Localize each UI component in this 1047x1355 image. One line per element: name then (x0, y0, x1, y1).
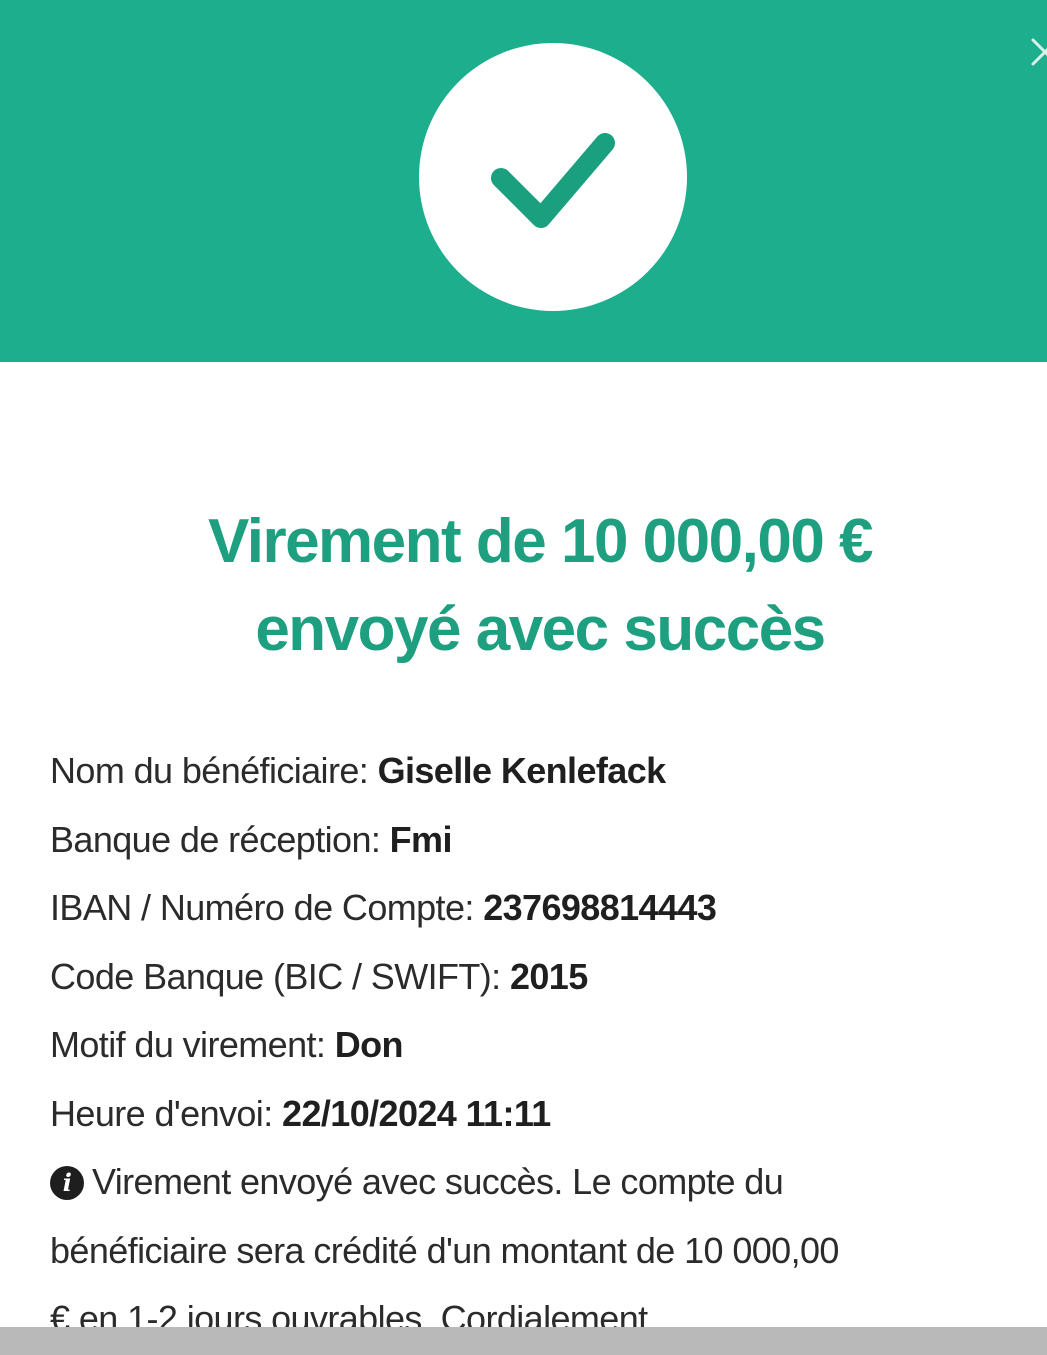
title-line-2: envoyé avec succès (255, 595, 826, 664)
notice-text: Virement envoyé avec succès. Le compte d… (92, 1161, 784, 1202)
detail-value: 2015 (509, 955, 588, 997)
detail-beneficiary: Nom du bénéficiaire: Giselle Kenlefack (50, 737, 1045, 806)
detail-label: Banque de réception: (50, 818, 381, 860)
detail-value: Fmi (389, 818, 453, 860)
detail-bank: Banque de réception: Fmi (50, 806, 1045, 875)
transfer-details: Nom du bénéficiaire: Giselle Kenlefack B… (50, 737, 1045, 1354)
detail-iban: IBAN / Numéro de Compte: 237698814443 (50, 874, 1045, 943)
checkmark-icon (491, 133, 615, 228)
title-line-1: Virement de 10 000,00 € (207, 507, 874, 576)
detail-value: Don (334, 1024, 404, 1065)
detail-label: Code Banque (BIC / SWIFT): (50, 955, 501, 997)
detail-label: Motif du virement: (50, 1024, 326, 1065)
close-button[interactable] (1023, 30, 1047, 74)
close-icon (1031, 38, 1047, 66)
detail-value: Giselle Kenlefack (377, 750, 667, 791)
detail-label: IBAN / Numéro de Compte: (50, 887, 474, 928)
detail-bank-code: Code Banque (BIC / SWIFT): 2015 (50, 943, 1045, 1012)
detail-label: Nom du bénéficiaire: (50, 750, 369, 791)
detail-value: 237698814443 (483, 887, 717, 928)
detail-label: Heure d'envoi: (50, 1092, 273, 1134)
info-icon: i (50, 1166, 84, 1200)
success-header (0, 0, 1047, 362)
detail-value: 22/10/2024 11:11 (282, 1092, 551, 1134)
detail-reason: Motif du virement: Don (50, 1011, 1045, 1080)
bottom-bar (0, 1327, 1047, 1355)
notice-line-1: i Virement envoyé avec succès. Le compte … (50, 1148, 1045, 1217)
success-badge (419, 43, 687, 311)
detail-send-time: Heure d'envoi: 22/10/2024 11:11 (50, 1080, 1045, 1149)
confirmation-title: Virement de 10 000,00 € envoyé avec succ… (40, 498, 1040, 674)
notice-line-2: bénéficiaire sera crédité d'un montant d… (50, 1229, 839, 1271)
